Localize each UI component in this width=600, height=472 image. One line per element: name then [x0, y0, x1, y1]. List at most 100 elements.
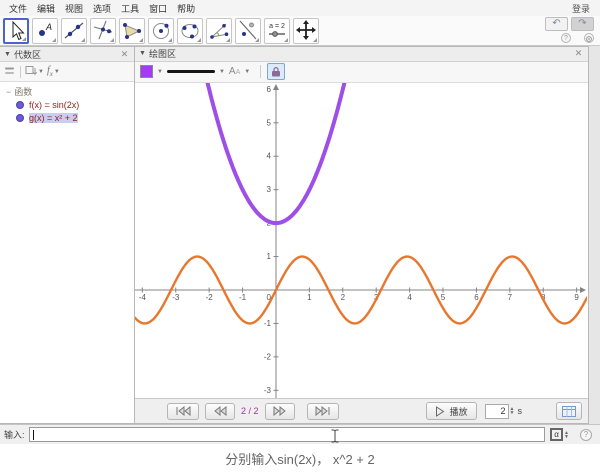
lock-object-button[interactable] [267, 63, 285, 80]
algebra-title: 代数区 [14, 48, 41, 61]
graphics-canvas[interactable]: -4-3-2-1123456789-3-2-11234560 [135, 83, 588, 398]
menu-item-options[interactable]: 选项 [88, 2, 116, 15]
auxiliary-objects-icon[interactable] [4, 65, 16, 79]
speed-spinner[interactable]: ▲▼ [510, 407, 515, 415]
greek-letters-button[interactable]: α [550, 428, 563, 441]
axis-tick-label: -2 [206, 293, 214, 302]
tool-slider[interactable]: a = 2 [264, 18, 290, 44]
window-edge-strip [589, 46, 600, 424]
graphics-view: ▼ 绘图区 ✕ ▼ ▼ AA ▼ -4-3-2-1123456789-3-2-1… [135, 46, 589, 424]
curve-g[interactable] [135, 83, 587, 223]
function-display-icon[interactable]: fx [47, 65, 53, 78]
step-back-button[interactable] [205, 403, 235, 420]
redo-button[interactable]: ↷ [571, 17, 594, 31]
visibility-marble-icon[interactable] [16, 114, 24, 122]
tool-perpendicular-line[interactable] [90, 18, 116, 44]
skip-start-icon [175, 406, 191, 416]
playback-speed-input[interactable]: 2 [485, 404, 509, 419]
command-input[interactable] [29, 427, 546, 442]
algebra-stylebar: ▼ fx ▼ [0, 62, 134, 82]
toolbar-right-cluster: ↶ ↷ ? [542, 17, 594, 43]
tool-angle[interactable] [206, 18, 232, 44]
construction-protocol-button[interactable] [556, 402, 582, 420]
input-history-spinner[interactable]: ▲▼ [564, 431, 569, 439]
input-help-icon[interactable]: ? [580, 429, 592, 441]
menu-item-file[interactable]: 文件 [4, 2, 32, 15]
text-size-dropdown-icon[interactable]: ▼ [244, 69, 250, 75]
visibility-marble-icon[interactable] [16, 101, 24, 109]
step-forward-button[interactable] [265, 403, 295, 420]
text-size-control[interactable]: AA [229, 66, 240, 77]
skip-to-end-button[interactable] [307, 403, 339, 420]
tree-node-functions[interactable]: − 函数 [6, 85, 134, 98]
sort-dropdown-icon[interactable]: ▼ [38, 69, 44, 75]
line-style-preview[interactable] [167, 70, 215, 73]
axis-tick-label: -3 [172, 293, 180, 302]
algebra-item-g[interactable]: g(x) = x² + 2 [6, 111, 134, 124]
axis-tick-label: 3 [267, 185, 272, 194]
sign-in-button[interactable]: 登录 [566, 2, 596, 15]
axis-tick-label: 1 [307, 293, 312, 302]
divider [20, 66, 21, 78]
main-area: ▼ 代数区 ✕ ▼ fx ▼ − 函数 f(x) = sin(2x) [0, 46, 600, 424]
axis-tick-label: 5 [441, 293, 446, 302]
help-icon[interactable]: ? [561, 33, 571, 43]
tool-conic-through-points[interactable] [177, 18, 203, 44]
divider [260, 65, 261, 78]
menu-bar: 文件 编辑 视图 选项 工具 窗口 帮助 登录 [0, 0, 600, 16]
tool-dropdown-corner [168, 38, 172, 42]
menu-item-edit[interactable]: 编辑 [32, 2, 60, 15]
tool-line[interactable] [61, 18, 87, 44]
tool-move-graphics-view[interactable] [293, 18, 319, 44]
color-swatch[interactable] [140, 65, 153, 78]
fx-dropdown-icon[interactable]: ▼ [54, 69, 60, 75]
skip-to-start-button[interactable] [167, 403, 199, 420]
chevron-down-icon[interactable]: ▼ [4, 51, 11, 58]
tool-dropdown-corner [52, 38, 56, 42]
step-back-icon [213, 406, 227, 416]
svg-text:a = 2: a = 2 [269, 23, 285, 30]
sort-objects-icon[interactable] [25, 65, 37, 79]
collapse-icon[interactable]: − [6, 87, 11, 97]
line-style-dropdown-icon[interactable]: ▼ [219, 69, 225, 75]
input-bar: 输入: α ▲▼ ? [0, 424, 600, 444]
tool-move[interactable] [3, 18, 29, 44]
construction-navbar: 2 / 2 播放 2 ▲▼ s [135, 398, 588, 423]
tool-circle-center-point[interactable] [148, 18, 174, 44]
algebra-close-icon[interactable]: ✕ [119, 49, 130, 60]
menu-item-window[interactable]: 窗口 [144, 2, 172, 15]
tool-reflect-about-line[interactable] [235, 18, 261, 44]
caption-band: 分别输入sin(2x)， x^2 + 2 [0, 444, 600, 472]
color-dropdown-icon[interactable]: ▼ [157, 69, 163, 75]
function-definition: g(x) = x² + 2 [29, 113, 78, 123]
tool-polygon[interactable] [119, 18, 145, 44]
tool-dropdown-corner [139, 38, 143, 42]
menu-item-help[interactable]: 帮助 [172, 2, 200, 15]
gear-icon[interactable] [584, 33, 594, 43]
algebra-item-f[interactable]: f(x) = sin(2x) [6, 98, 134, 111]
chevron-down-icon[interactable]: ▼ [139, 50, 146, 57]
algebra-header: ▼ 代数区 ✕ [0, 47, 134, 62]
graph-canvas-svg: -4-3-2-1123456789-3-2-11234560 [135, 83, 587, 398]
algebra-view: ▼ 代数区 ✕ ▼ fx ▼ − 函数 f(x) = sin(2x) [0, 46, 135, 424]
tool-dropdown-corner [22, 37, 26, 41]
svg-text:A: A [45, 22, 52, 32]
play-button[interactable]: 播放 [426, 402, 477, 420]
lock-icon [271, 66, 281, 77]
tool-point[interactable]: A [32, 18, 58, 44]
skip-end-icon [315, 406, 331, 416]
axis-tick-label: -3 [264, 386, 272, 395]
undo-button[interactable]: ↶ [545, 17, 568, 31]
menu-item-view[interactable]: 视图 [60, 2, 88, 15]
spinner-down-icon[interactable]: ▼ [564, 435, 569, 439]
axis-tick-label: 6 [474, 293, 479, 302]
graphics-header: ▼ 绘图区 ✕ [135, 47, 588, 62]
menu-item-tools[interactable]: 工具 [116, 2, 144, 15]
tool-dropdown-corner [197, 38, 201, 42]
graphics-close-icon[interactable]: ✕ [573, 48, 584, 59]
function-definition: f(x) = sin(2x) [29, 100, 79, 110]
tool-dropdown-corner [255, 38, 259, 42]
axis-tick-label: -4 [139, 293, 147, 302]
spinner-down-icon[interactable]: ▼ [510, 411, 515, 415]
mouse-text-cursor [330, 429, 339, 445]
